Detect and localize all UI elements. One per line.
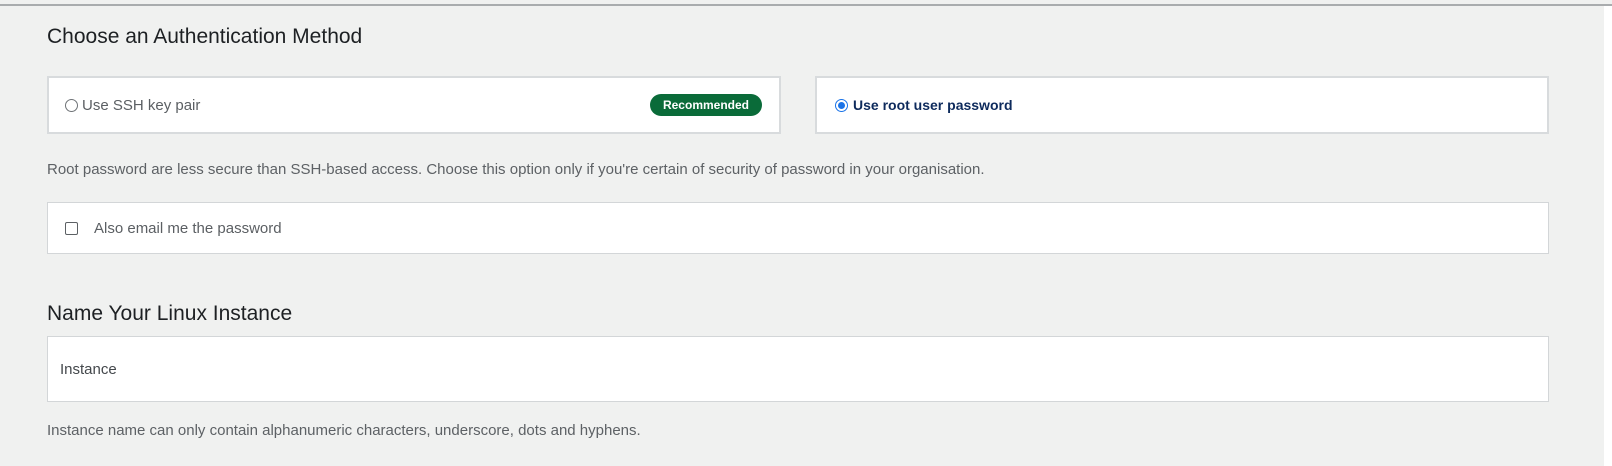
email-password-checkbox[interactable]	[65, 221, 78, 235]
instance-name-title: Name Your Linux Instance	[47, 302, 293, 325]
top-divider	[0, 4, 1612, 6]
root-password-option[interactable]: Use root user password	[815, 76, 1549, 134]
auth-method-title: Choose an Authentication Method	[47, 25, 363, 48]
recommended-badge: Recommended	[649, 94, 762, 116]
scrollbar[interactable]	[1604, 6, 1612, 466]
root-password-radio[interactable]	[835, 98, 848, 112]
ssh-key-pair-radio[interactable]	[65, 98, 78, 112]
email-password-label: Also email me the password	[94, 219, 282, 237]
root-password-label: Use root user password	[853, 97, 1013, 113]
instance-name-input[interactable]	[47, 336, 1549, 402]
ssh-key-pair-label: Use SSH key pair	[82, 96, 201, 114]
instance-name-hint: Instance name can only contain alphanume…	[47, 422, 641, 439]
root-password-warning: Root password are less secure than SSH-b…	[47, 161, 985, 178]
ssh-key-pair-option[interactable]: Use SSH key pair Recommended	[47, 76, 781, 134]
email-password-option[interactable]: Also email me the password	[47, 202, 1549, 254]
